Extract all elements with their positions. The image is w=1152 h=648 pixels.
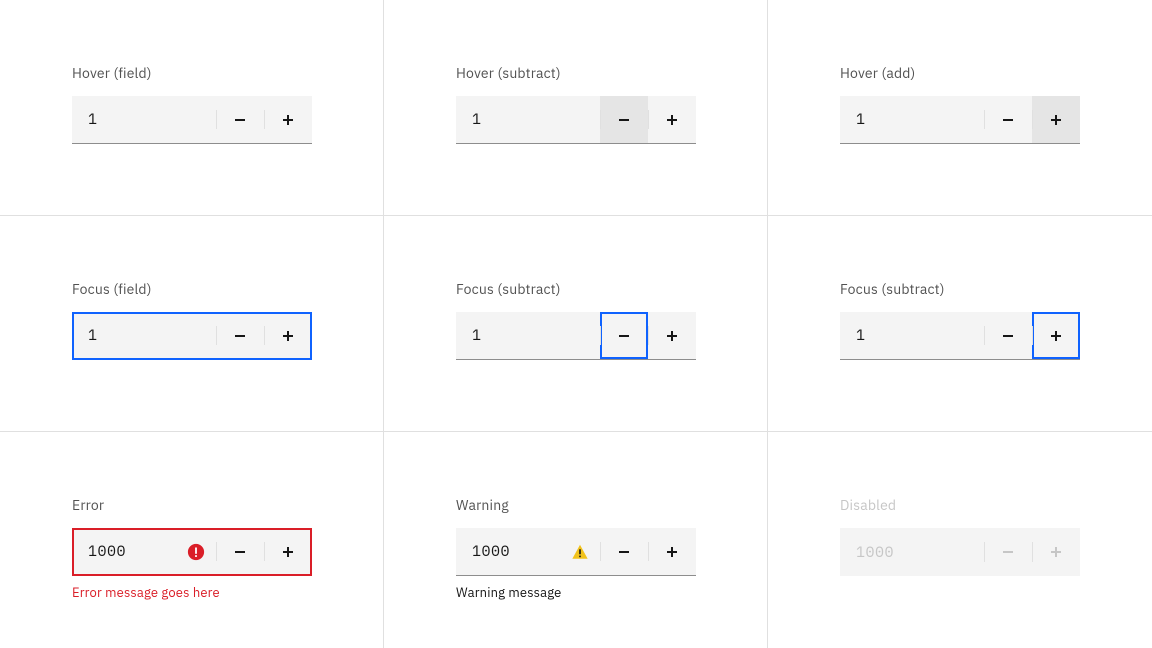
number-input-value[interactable]: 1 bbox=[72, 312, 216, 359]
number-input[interactable]: 1 bbox=[456, 96, 696, 144]
plus-icon bbox=[664, 112, 680, 128]
example-cell: Hover (subtract) 1 bbox=[384, 0, 768, 216]
state-label: Error bbox=[72, 496, 383, 514]
decrement-button[interactable] bbox=[600, 96, 648, 143]
number-input[interactable]: 1000 bbox=[456, 528, 696, 576]
number-input[interactable]: 1 bbox=[72, 96, 312, 144]
minus-icon bbox=[232, 112, 248, 128]
plus-icon bbox=[1048, 328, 1064, 344]
minus-icon bbox=[1000, 112, 1016, 128]
number-input[interactable]: 1000 bbox=[72, 528, 312, 576]
plus-icon bbox=[1048, 544, 1064, 560]
number-input-value[interactable]: 1000 bbox=[72, 528, 176, 575]
plus-icon bbox=[280, 112, 296, 128]
state-label: Focus (field) bbox=[72, 280, 383, 298]
increment-button[interactable] bbox=[1032, 312, 1080, 359]
state-label: Focus (subtract) bbox=[456, 280, 767, 298]
minus-icon bbox=[232, 328, 248, 344]
example-cell: Warning 1000 Warning message bbox=[384, 432, 768, 648]
decrement-button bbox=[984, 528, 1032, 576]
minus-icon bbox=[232, 544, 248, 560]
plus-icon bbox=[280, 544, 296, 560]
increment-button bbox=[1032, 528, 1080, 576]
plus-icon bbox=[1048, 112, 1064, 128]
plus-icon bbox=[280, 328, 296, 344]
increment-button[interactable] bbox=[264, 96, 312, 143]
example-cell: Disabled 1000 bbox=[768, 432, 1152, 648]
number-input-value[interactable]: 1 bbox=[840, 96, 984, 143]
increment-button[interactable] bbox=[1032, 96, 1080, 143]
minus-icon bbox=[1000, 544, 1016, 560]
number-input: 1000 bbox=[840, 528, 1080, 576]
helper-text: Error message goes here bbox=[72, 584, 383, 601]
decrement-button[interactable] bbox=[984, 96, 1032, 143]
increment-button[interactable] bbox=[648, 528, 696, 575]
decrement-button[interactable] bbox=[216, 312, 264, 359]
state-label: Hover (subtract) bbox=[456, 64, 767, 82]
minus-icon bbox=[1000, 328, 1016, 344]
decrement-button[interactable] bbox=[984, 312, 1032, 359]
example-cell: Focus (subtract) 1 bbox=[768, 216, 1152, 432]
example-cell: Error 1000 Error message goes here bbox=[0, 432, 384, 648]
increment-button[interactable] bbox=[264, 312, 312, 359]
state-label: Hover (add) bbox=[840, 64, 1152, 82]
helper-text: Warning message bbox=[456, 584, 767, 601]
number-input-value[interactable]: 1 bbox=[456, 96, 600, 143]
number-input-value[interactable]: 1 bbox=[72, 96, 216, 143]
decrement-button[interactable] bbox=[600, 528, 648, 575]
state-label: Hover (field) bbox=[72, 64, 383, 82]
state-label: Disabled bbox=[840, 496, 1152, 514]
minus-icon bbox=[616, 112, 632, 128]
example-cell: Hover (add) 1 bbox=[768, 0, 1152, 216]
plus-icon bbox=[664, 544, 680, 560]
minus-icon bbox=[616, 328, 632, 344]
example-cell: Focus (subtract) 1 bbox=[384, 216, 768, 432]
increment-button[interactable] bbox=[648, 312, 696, 359]
number-input-value[interactable]: 1000 bbox=[456, 528, 560, 575]
decrement-button[interactable] bbox=[216, 528, 264, 575]
state-label: Warning bbox=[456, 496, 767, 514]
number-input[interactable]: 1 bbox=[72, 312, 312, 360]
warning-icon bbox=[560, 528, 600, 575]
increment-button[interactable] bbox=[648, 96, 696, 143]
number-input[interactable]: 1 bbox=[840, 96, 1080, 144]
decrement-button[interactable] bbox=[600, 312, 648, 359]
increment-button[interactable] bbox=[264, 528, 312, 575]
plus-icon bbox=[664, 328, 680, 344]
number-input[interactable]: 1 bbox=[456, 312, 696, 360]
example-cell: Hover (field) 1 bbox=[0, 0, 384, 216]
number-input-value[interactable]: 1 bbox=[840, 312, 984, 359]
minus-icon bbox=[616, 544, 632, 560]
decrement-button[interactable] bbox=[216, 96, 264, 143]
example-cell: Focus (field) 1 bbox=[0, 216, 384, 432]
number-input[interactable]: 1 bbox=[840, 312, 1080, 360]
number-input-value: 1000 bbox=[840, 528, 984, 576]
state-label: Focus (subtract) bbox=[840, 280, 1152, 298]
error-icon bbox=[176, 528, 216, 575]
number-input-value[interactable]: 1 bbox=[456, 312, 600, 359]
